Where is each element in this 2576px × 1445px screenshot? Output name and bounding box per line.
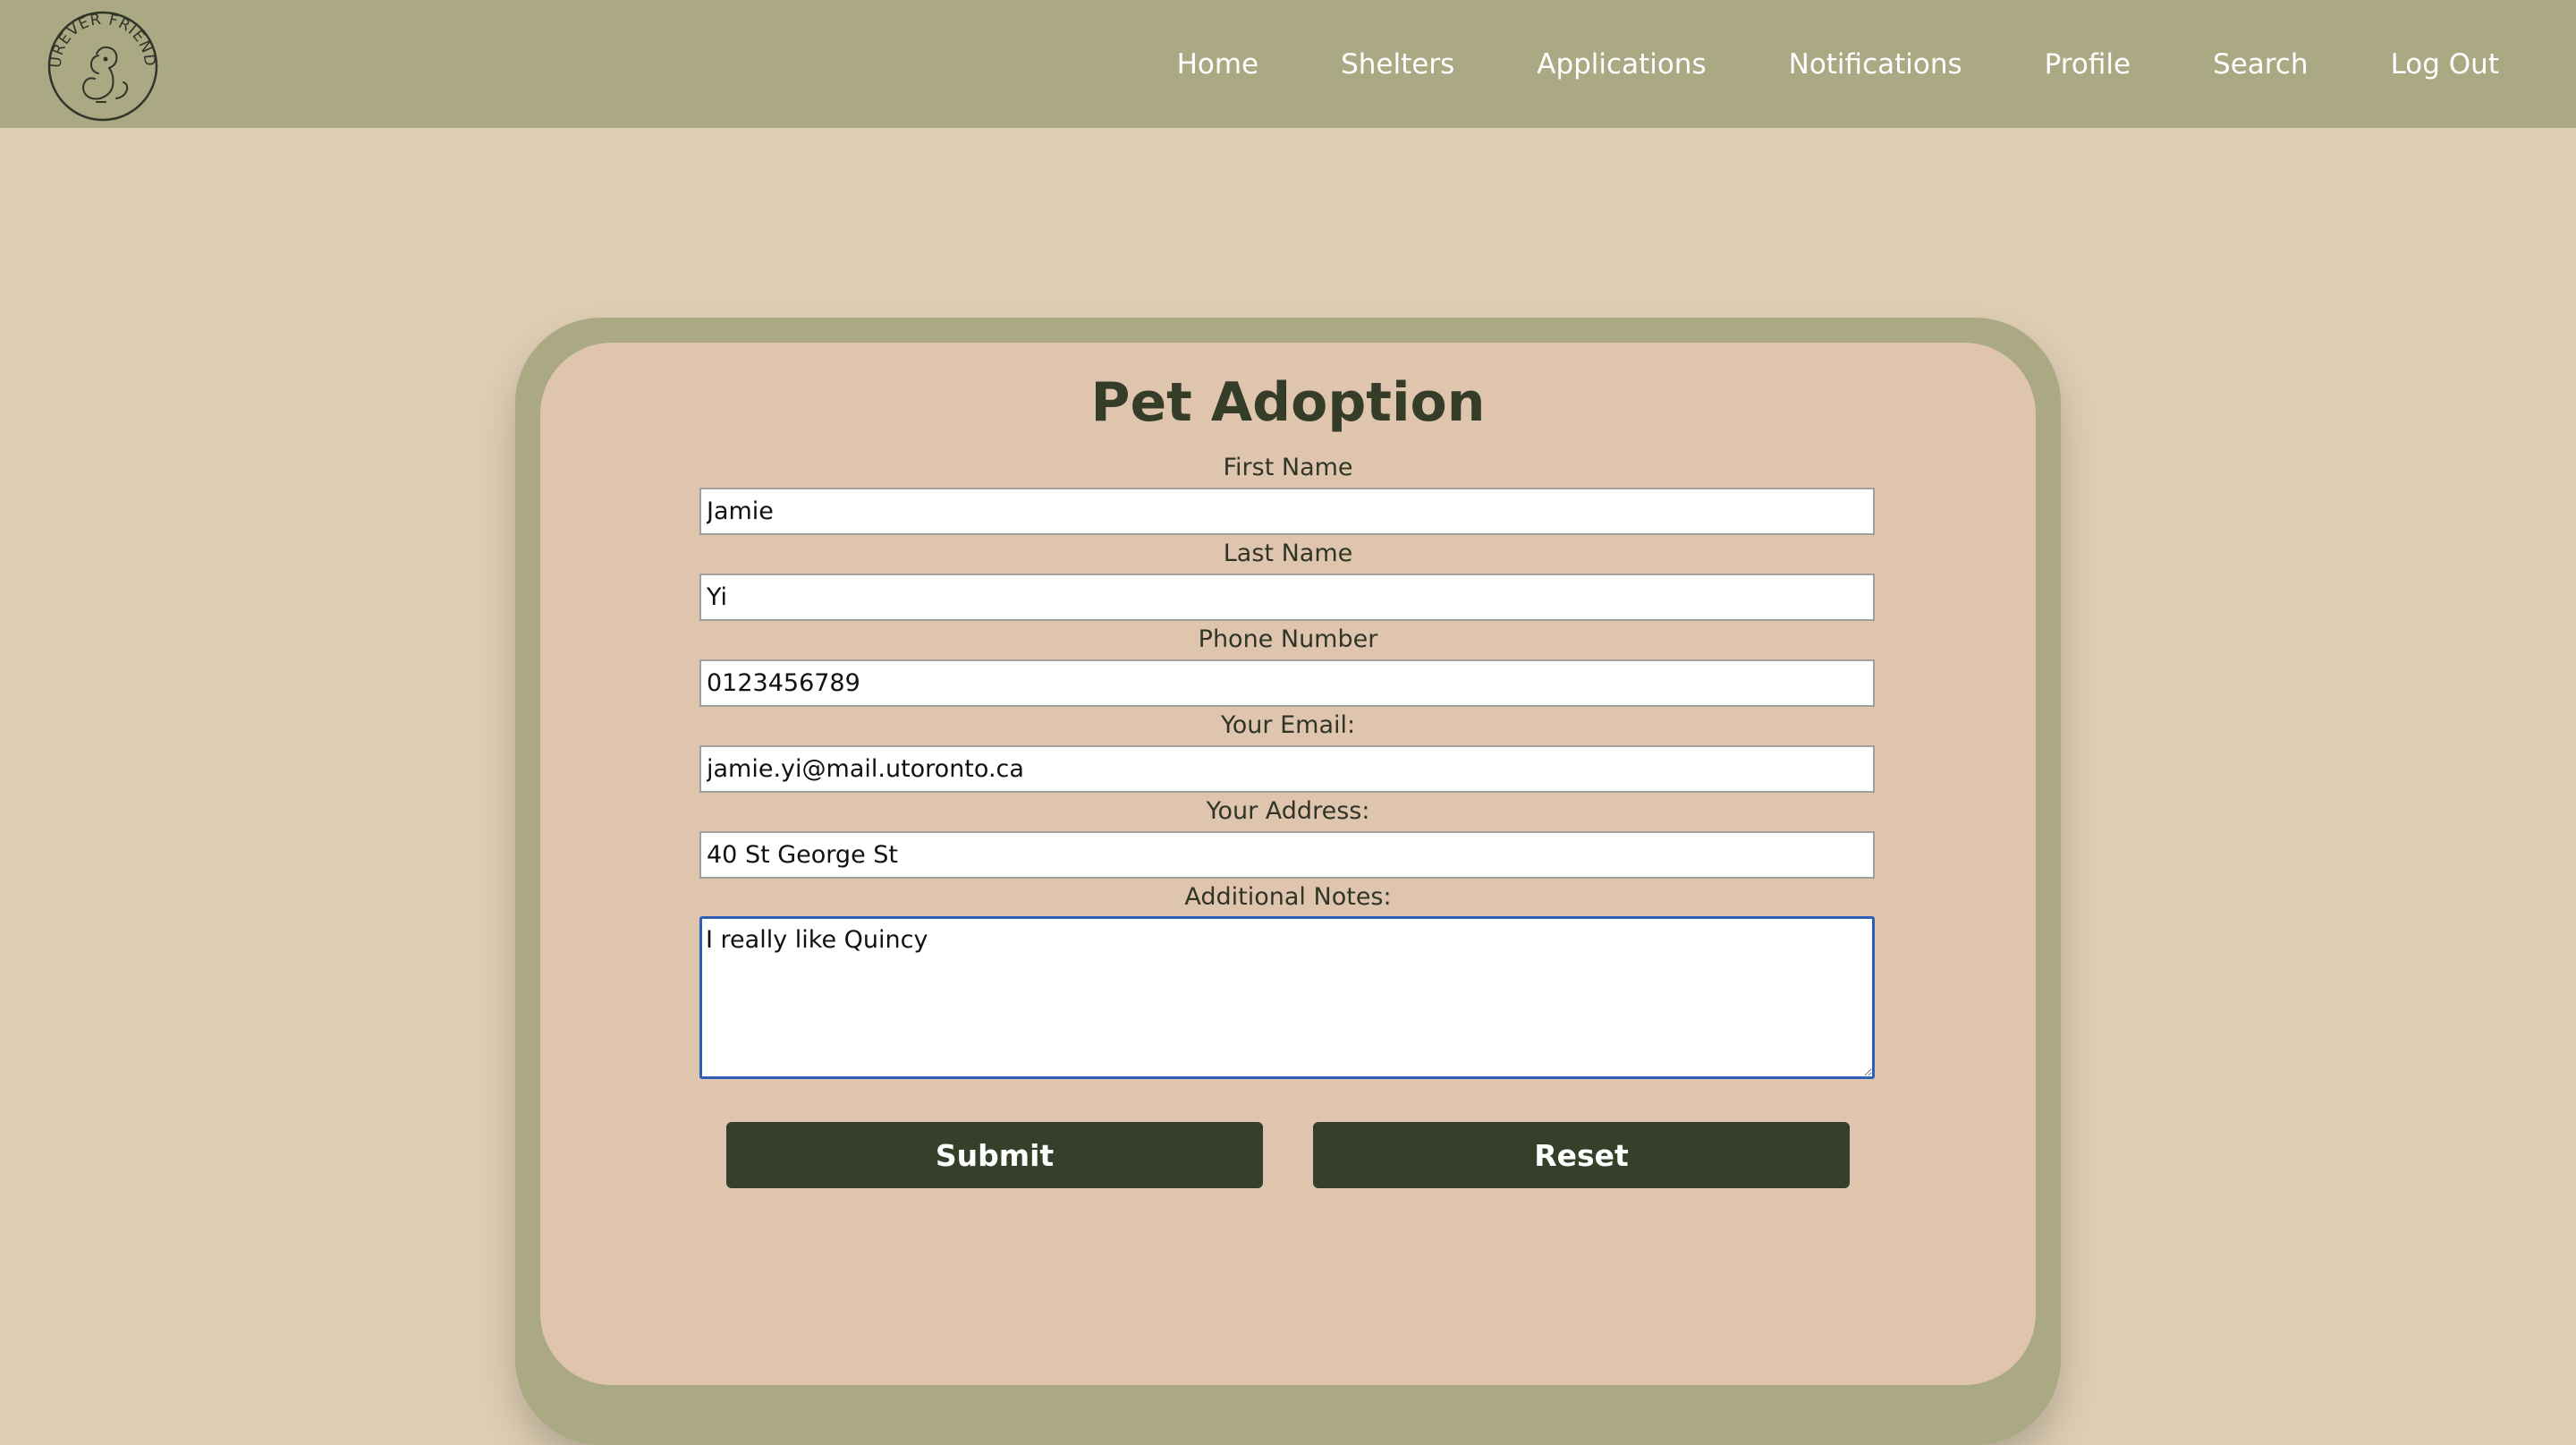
additional-notes-textarea[interactable]: I really like Quincy — [699, 916, 1875, 1079]
nav-link-profile[interactable]: Profile — [2045, 48, 2131, 81]
page-title: Pet Adoption — [1090, 371, 1486, 434]
furever-friends-logo[interactable]: FUREVER FRIENDS — [38, 0, 163, 125]
nav-link-log-out[interactable]: Log Out — [2391, 48, 2499, 81]
nav-link-notifications[interactable]: Notifications — [1789, 48, 1962, 81]
nav-link-shelters[interactable]: Shelters — [1341, 48, 1454, 81]
phone-number-input[interactable] — [699, 659, 1875, 707]
email-input[interactable] — [699, 745, 1875, 793]
first-name-label: First Name — [1223, 454, 1353, 481]
phone-number-label: Phone Number — [1198, 625, 1378, 653]
address-label: Your Address: — [1206, 797, 1370, 825]
nav-links: Home Shelters Applications Notifications… — [1095, 0, 2499, 128]
address-input[interactable] — [699, 831, 1875, 879]
adoption-form-card: Pet Adoption First Name Last Name Phone … — [540, 343, 2036, 1385]
last-name-label: Last Name — [1223, 540, 1353, 567]
nav-link-applications[interactable]: Applications — [1537, 48, 1706, 81]
submit-button[interactable]: Submit — [726, 1122, 1263, 1188]
nav-link-search[interactable]: Search — [2213, 48, 2309, 81]
nav-link-home[interactable]: Home — [1177, 48, 1259, 81]
first-name-input[interactable] — [699, 488, 1875, 535]
top-navbar: FUREVER FRIENDS Home Shelters Applicatio… — [0, 0, 2576, 128]
last-name-input[interactable] — [699, 574, 1875, 621]
dog-logo-icon: FUREVER FRIENDS — [38, 0, 157, 122]
additional-notes-label: Additional Notes: — [1184, 883, 1392, 911]
reset-button[interactable]: Reset — [1313, 1122, 1850, 1188]
email-label: Your Email: — [1220, 711, 1356, 739]
